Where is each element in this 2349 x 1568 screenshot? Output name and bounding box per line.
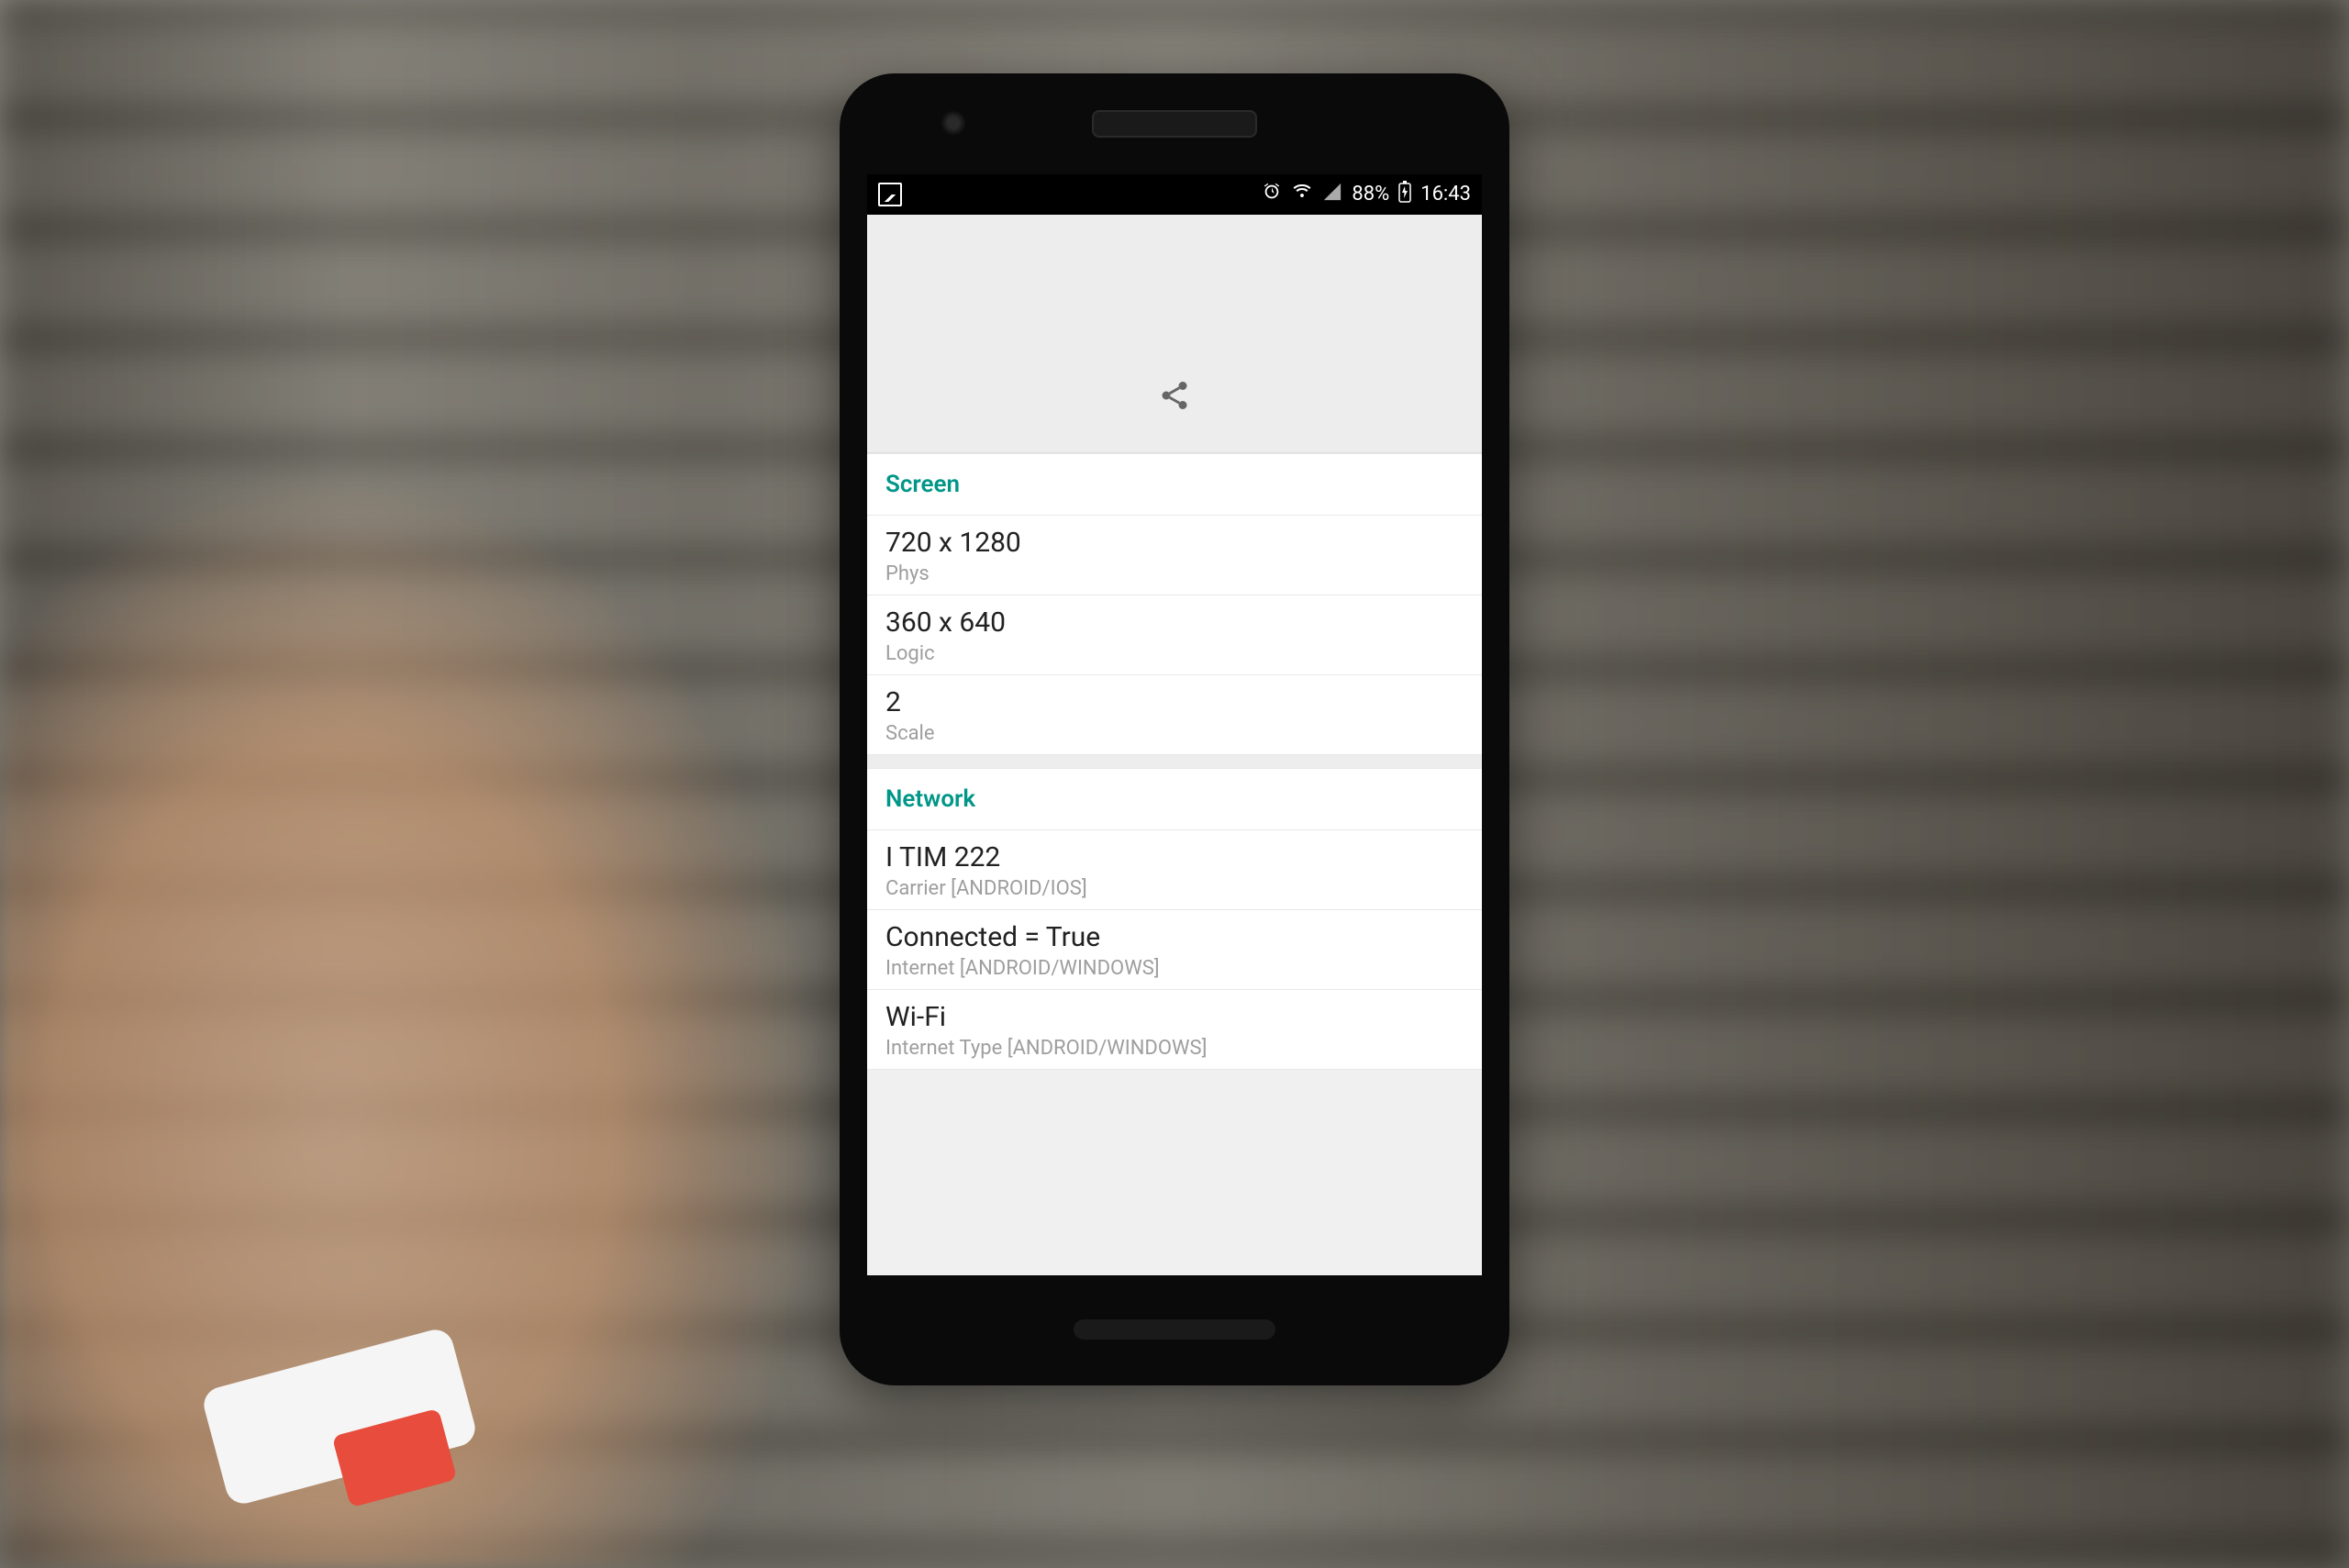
wifi-icon [1291, 181, 1313, 208]
item-value: I TIM 222 [885, 841, 1464, 873]
phone-device-frame: 88% 16:43 [840, 73, 1509, 1385]
phone-screen: 88% 16:43 [867, 174, 1482, 1275]
watch-band [184, 1348, 505, 1550]
app-header [867, 215, 1482, 453]
phone-camera [941, 110, 966, 136]
image-notification-icon [878, 183, 902, 206]
list-item[interactable]: 720 x 1280 Phys [867, 516, 1482, 595]
phone-bottom-speaker [1074, 1319, 1275, 1340]
status-bar: 88% 16:43 [867, 174, 1482, 215]
item-value: Wi-Fi [885, 1001, 1464, 1033]
signal-icon [1322, 182, 1342, 207]
item-label: Phys [885, 562, 1464, 585]
list-item[interactable]: 2 Scale [867, 675, 1482, 755]
section-divider [867, 755, 1482, 768]
item-label: Internet Type [ANDROID/WINDOWS] [885, 1037, 1464, 1060]
item-value: Connected = True [885, 921, 1464, 953]
item-value: 360 x 640 [885, 606, 1464, 639]
status-time: 16:43 [1420, 183, 1471, 206]
item-value: 720 x 1280 [885, 527, 1464, 559]
list-item[interactable]: Connected = True Internet [ANDROID/WINDO… [867, 910, 1482, 990]
section-header-screen: Screen [867, 453, 1482, 516]
section-header-network: Network [867, 768, 1482, 830]
phone-speaker [1092, 110, 1257, 138]
list-item[interactable]: Wi-Fi Internet Type [ANDROID/WINDOWS] [867, 990, 1482, 1070]
content-list[interactable]: Screen 720 x 1280 Phys 360 x 640 Logic 2… [867, 453, 1482, 1070]
battery-percent: 88% [1352, 183, 1389, 206]
list-item[interactable]: 360 x 640 Logic [867, 595, 1482, 675]
list-item[interactable]: I TIM 222 Carrier [ANDROID/IOS] [867, 830, 1482, 910]
alarm-icon [1262, 182, 1282, 207]
item-label: Logic [885, 642, 1464, 665]
item-label: Scale [885, 722, 1464, 745]
battery-charging-icon [1398, 181, 1411, 208]
item-value: 2 [885, 686, 1464, 718]
item-label: Internet [ANDROID/WINDOWS] [885, 957, 1464, 980]
item-label: Carrier [ANDROID/IOS] [885, 877, 1464, 900]
share-icon[interactable] [1158, 379, 1191, 416]
